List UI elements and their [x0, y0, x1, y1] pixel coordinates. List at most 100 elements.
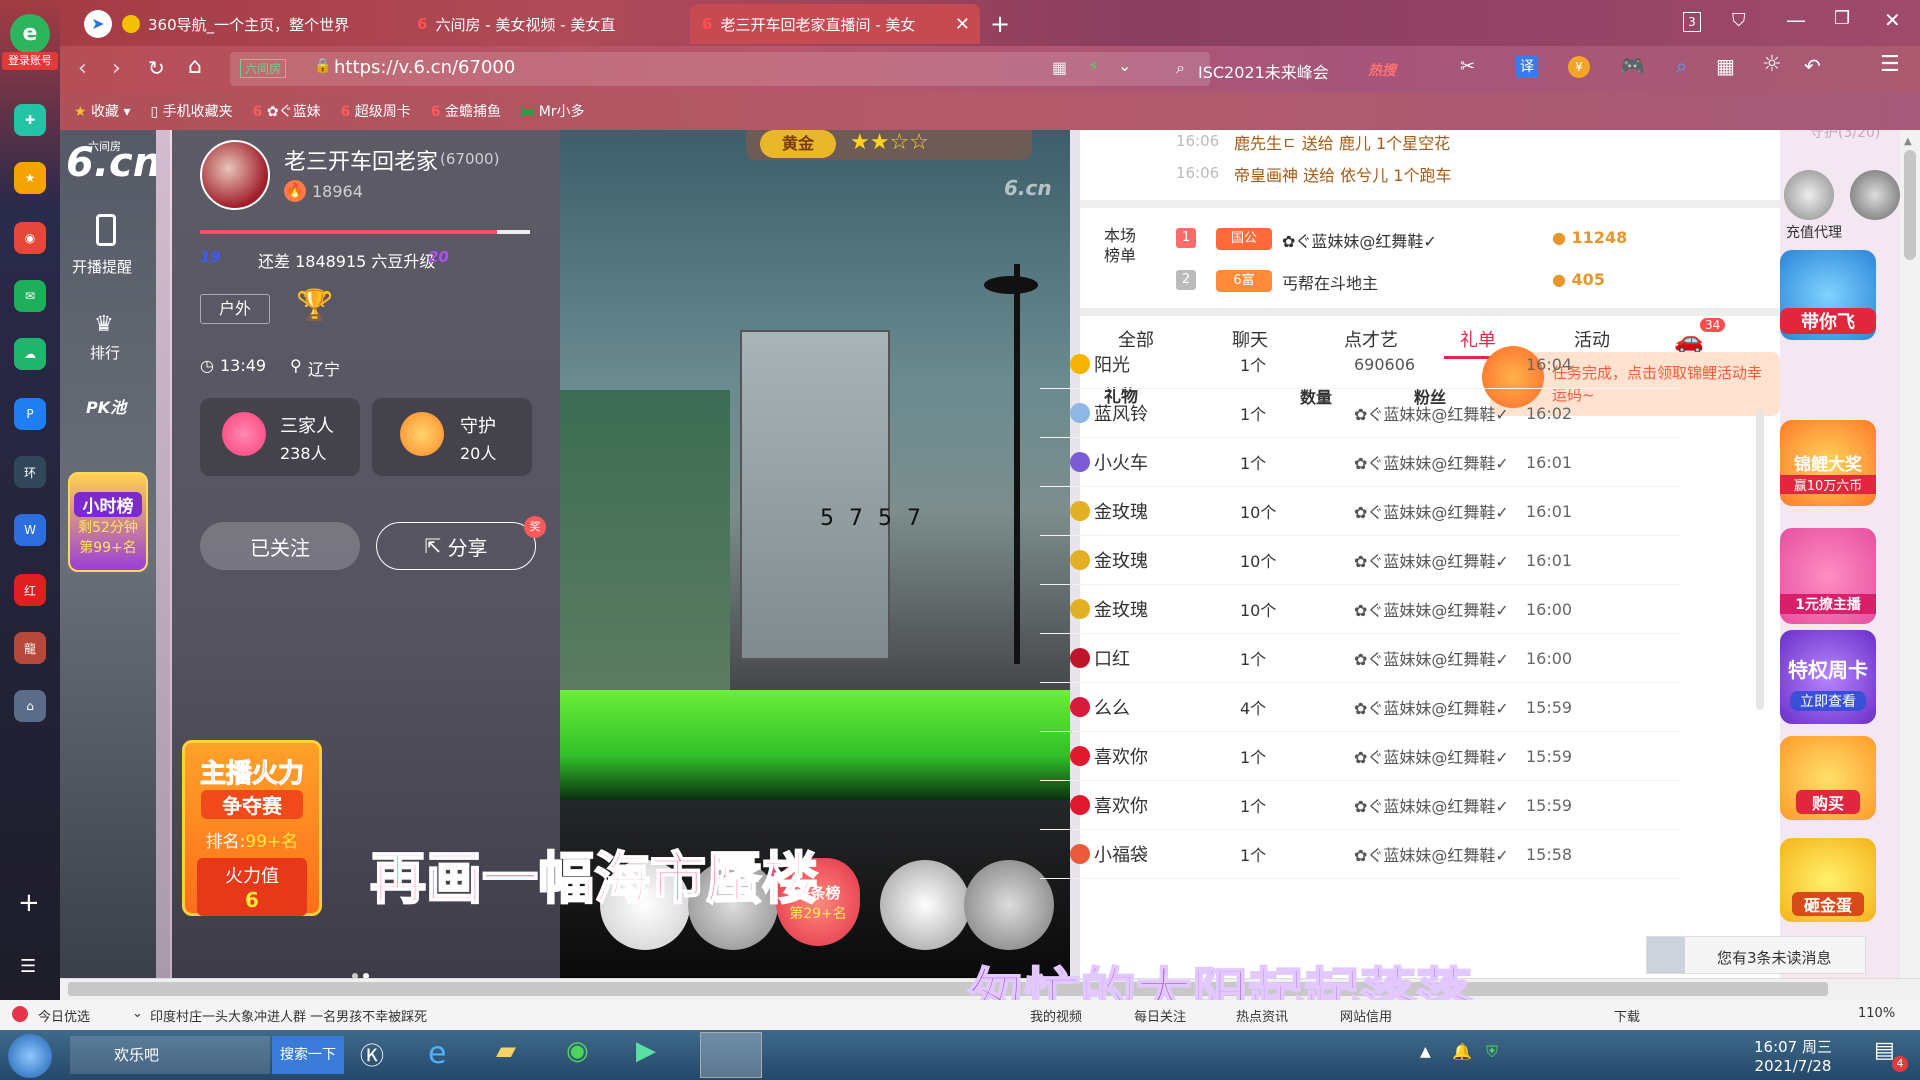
- close-window-icon[interactable]: ✕: [1884, 8, 1901, 32]
- gift-list-scrollbar[interactable]: [1756, 410, 1764, 710]
- status-credit[interactable]: 网站信用: [1340, 1006, 1392, 1025]
- gift-fan[interactable]: ✿ぐ蓝妹妹@红舞鞋✓: [1354, 597, 1509, 621]
- nav-rank[interactable]: 排行: [90, 342, 120, 363]
- shirt-icon[interactable]: ⛉: [1732, 10, 1746, 31]
- clock[interactable]: 16:07 周三 2021/7/28: [1754, 1036, 1832, 1075]
- gift-fan[interactable]: ✿ぐ蓝妹妹@红舞鞋✓: [1354, 499, 1509, 523]
- gift-fan[interactable]: ✿ぐ蓝妹妹@红舞鞋✓: [1354, 646, 1509, 670]
- browser-logo-icon[interactable]: e: [10, 14, 50, 54]
- gift-fan[interactable]: ✿ぐ蓝妹妹@红舞鞋✓: [1354, 450, 1509, 474]
- bookmark-weekcard[interactable]: 6 超级周卡: [341, 101, 411, 121]
- follow-button[interactable]: 已关注: [200, 522, 360, 570]
- weibo-icon[interactable]: ◉: [14, 222, 46, 254]
- streamer-avatar[interactable]: [200, 140, 270, 210]
- rank-name[interactable]: 丐帮在斗地主: [1282, 270, 1378, 294]
- reload-icon[interactable]: ↻: [148, 56, 165, 80]
- nav-live-remind[interactable]: 开播提醒: [72, 256, 132, 277]
- favorites-icon[interactable]: ★: [14, 162, 46, 194]
- menu-list-icon[interactable]: ☰: [20, 956, 36, 977]
- xiaohongshu-icon[interactable]: 红: [14, 574, 46, 606]
- home-icon[interactable]: ⌂: [188, 54, 202, 79]
- folder-icon[interactable]: ▰: [496, 1036, 540, 1074]
- gift-row[interactable]: 金玫瑰 10个 ✿ぐ蓝妹妹@红舞鞋✓ 16:01: [1040, 487, 1680, 536]
- search-input[interactable]: ISC2021未来峰会: [1198, 59, 1329, 83]
- hscroll-thumb[interactable]: [68, 982, 1828, 996]
- global-app-icon[interactable]: 环: [14, 456, 46, 488]
- zoom-level[interactable]: 110%: [1858, 1006, 1895, 1021]
- hot-search-badge[interactable]: 热搜: [1368, 60, 1396, 80]
- tray-bell-icon[interactable]: 🔔: [1452, 1042, 1472, 1061]
- search-box[interactable]: ⌕ ISC2021未来峰会 热搜: [1170, 52, 1490, 86]
- url-text[interactable]: https://v.6.cn/67000: [334, 57, 515, 78]
- player-icon[interactable]: ▶: [636, 1036, 680, 1074]
- gift-streamer-promo[interactable]: 1元撩主播: [1780, 528, 1876, 624]
- status-hot-news[interactable]: 热点资讯: [1236, 1006, 1288, 1025]
- start-button[interactable]: [8, 1034, 52, 1078]
- page-scrollbar[interactable]: ▲: [1900, 130, 1920, 978]
- add-app-icon[interactable]: +: [18, 888, 40, 918]
- dropdown-icon[interactable]: ⌄: [1118, 56, 1131, 75]
- gift-row[interactable]: 喜欢你 1个 ✿ぐ蓝妹妹@红舞鞋✓ 15:59: [1040, 781, 1680, 830]
- tab-360-nav[interactable]: 360导航_一个主页，整个世界: [110, 4, 400, 44]
- page-scroll-thumb[interactable]: [1904, 150, 1916, 260]
- buy-promo[interactable]: 购买: [1780, 736, 1876, 820]
- tab-live-room[interactable]: 6 老三开车回老家直播间 - 美女 ✕: [690, 4, 980, 44]
- gift-fan[interactable]: ✿ぐ蓝妹妹@红舞鞋✓: [1354, 401, 1509, 425]
- maximize-icon[interactable]: ❐: [1834, 8, 1850, 29]
- undo-icon[interactable]: ↶: [1804, 54, 1821, 78]
- gold-level-badge[interactable]: 黄金 ★★☆☆: [746, 130, 1032, 160]
- gift-row[interactable]: 么么 4个 ✿ぐ蓝妹妹@红舞鞋✓ 15:59: [1040, 683, 1680, 732]
- ie-icon[interactable]: e: [428, 1036, 472, 1074]
- address-bar[interactable]: 六间房 🔒 https://v.6.cn/67000 ▦ ⚡ ⌄: [230, 52, 1210, 86]
- unread-message-bar[interactable]: 您有3条未读消息: [1646, 936, 1866, 974]
- back-icon[interactable]: ‹: [78, 56, 87, 81]
- gift-fan[interactable]: ✿ぐ蓝妹妹@红舞鞋✓: [1354, 744, 1509, 768]
- bookmark-blue[interactable]: 6 ✿ぐ蓝妹: [253, 101, 321, 121]
- tab-count-badge[interactable]: 3: [1683, 12, 1701, 32]
- gamepad-icon[interactable]: 🎮: [1620, 54, 1645, 78]
- guard-avatar[interactable]: [1850, 170, 1900, 220]
- notification-icon[interactable]: ▤: [1874, 1038, 1895, 1063]
- status-daily[interactable]: 每日关注: [1134, 1006, 1186, 1025]
- viewer-avatar-3[interactable]: [880, 860, 970, 950]
- gift-row[interactable]: 金玫瑰 10个 ✿ぐ蓝妹妹@红舞鞋✓ 16:01: [1040, 536, 1680, 585]
- doc-icon[interactable]: W: [14, 514, 46, 546]
- game-icon[interactable]: 龍: [14, 632, 46, 664]
- bookmark-mobile[interactable]: ▯ 手机收藏夹: [151, 101, 233, 121]
- gift-row[interactable]: 喜欢你 1个 ✿ぐ蓝妹妹@红舞鞋✓ 15:59: [1040, 732, 1680, 781]
- menu-icon[interactable]: ☰: [1880, 52, 1900, 77]
- compass-icon[interactable]: ➤: [84, 10, 112, 38]
- status-my-videos[interactable]: 我的视频: [1030, 1006, 1082, 1025]
- weekcard-promo[interactable]: 特权周卡 立即查看: [1780, 630, 1876, 724]
- mail-icon[interactable]: ✉: [14, 280, 46, 312]
- p-app-icon[interactable]: P: [14, 398, 46, 430]
- forward-icon[interactable]: ›: [112, 56, 121, 81]
- new-tab-button[interactable]: +: [990, 10, 1010, 38]
- game-taskbar-icon[interactable]: [700, 1032, 762, 1078]
- guard-avatar[interactable]: [1784, 170, 1834, 220]
- browser-taskbar-icon[interactable]: ◉: [566, 1036, 610, 1074]
- lightning-icon[interactable]: ⚡: [1088, 57, 1099, 76]
- guard-card[interactable]: 守护 20人: [372, 398, 532, 476]
- gift-row[interactable]: 蓝风铃 1个 ✿ぐ蓝妹妹@红舞鞋✓ 16:02: [1040, 389, 1680, 438]
- site-logo[interactable]: 6.cn: [66, 140, 161, 186]
- bookmark-favorites[interactable]: ★ 收藏 ▾: [74, 101, 131, 121]
- login-button[interactable]: 登录账号: [2, 52, 58, 70]
- brightness-icon[interactable]: ☼: [1762, 52, 1782, 77]
- hourly-rank-card[interactable]: 小时榜 剩52分钟 第99+名: [68, 472, 148, 572]
- gift-row[interactable]: 金玫瑰 10个 ✿ぐ蓝妹妹@红舞鞋✓ 16:00: [1040, 585, 1680, 634]
- gift-row[interactable]: 口红 1个 ✿ぐ蓝妹妹@红舞鞋✓ 16:00: [1040, 634, 1680, 683]
- news-label[interactable]: 今日优选: [38, 1006, 90, 1025]
- fly-promo[interactable]: 带你飞: [1780, 250, 1876, 340]
- tray-up-icon[interactable]: ▲: [1420, 1044, 1431, 1060]
- tab-6cn[interactable]: 6 六间房 - 美女视频 - 美女直: [405, 4, 685, 44]
- gift-row[interactable]: 小福袋 1个 ✿ぐ蓝妹妹@红舞鞋✓ 15:58: [1040, 830, 1680, 879]
- bookmark-fish[interactable]: 6 金蟾捕鱼: [431, 101, 501, 121]
- translate-icon[interactable]: 译: [1516, 56, 1538, 78]
- fire-contest-card[interactable]: 主播火力 争夺赛 排名:99+名 火力值 6: [182, 740, 322, 916]
- plus-app-icon[interactable]: ✚: [14, 104, 46, 136]
- category-tag[interactable]: 户外: [200, 294, 270, 324]
- status-download[interactable]: 下载: [1614, 1006, 1640, 1025]
- app-icon[interactable]: ⌂: [14, 690, 46, 722]
- gift-row[interactable]: 小火车 1个 ✿ぐ蓝妹妹@红舞鞋✓ 16:01: [1040, 438, 1680, 487]
